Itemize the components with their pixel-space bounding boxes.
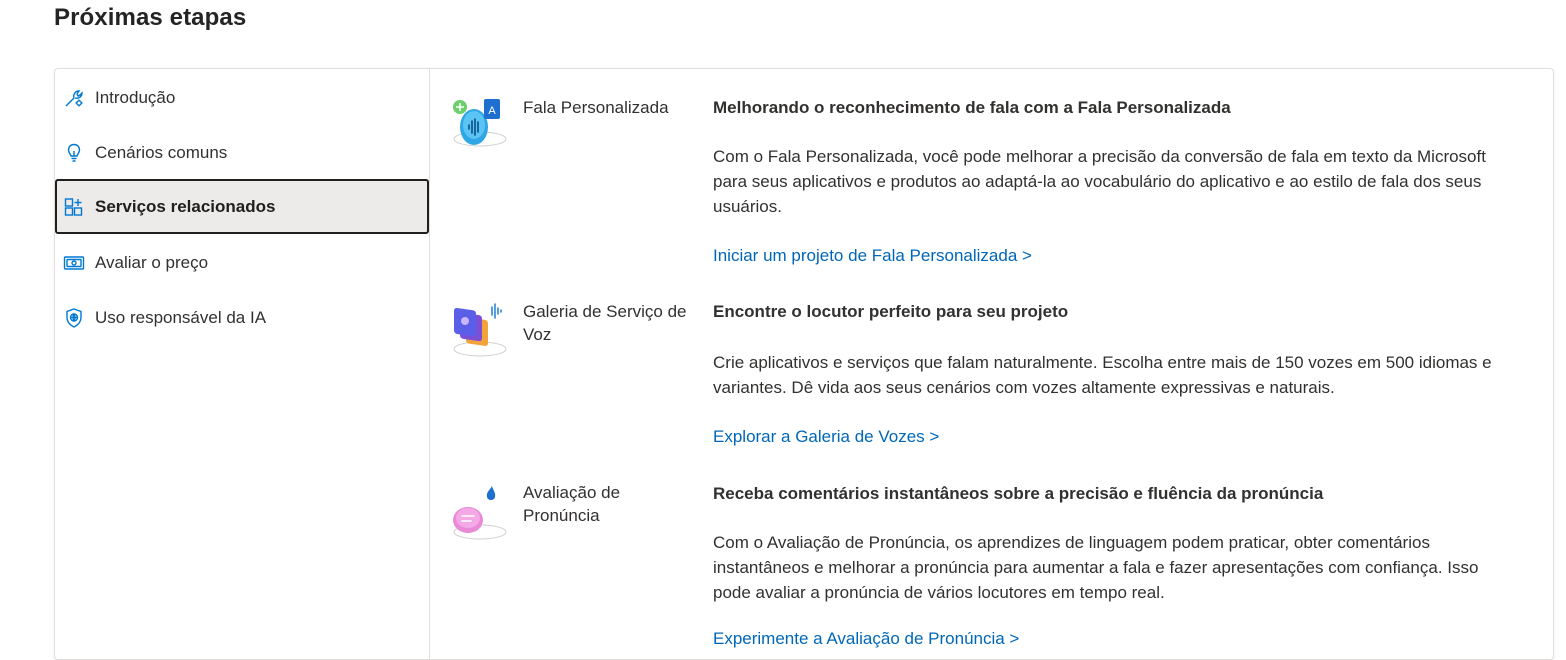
start-custom-speech-link[interactable]: Iniciar um projeto de Fala Personalizada… — [713, 246, 1032, 266]
svg-text:A: A — [488, 105, 496, 117]
service-description: Com o Fala Personalizada, você pode melh… — [713, 147, 1486, 216]
sidebar-item-preco[interactable]: Avaliar o preço — [55, 235, 429, 290]
money-icon — [63, 252, 85, 274]
pronunciation-illustration — [450, 480, 516, 546]
sidebar-item-introducao[interactable]: Introdução — [55, 70, 429, 125]
wrench-gear-icon — [63, 87, 85, 109]
explore-voice-gallery-link[interactable]: Explorar a Galeria de Vozes > — [713, 427, 939, 447]
related-services-card: Introdução Cenários comuns Serviços rela… — [54, 68, 1554, 660]
grid-add-icon — [63, 196, 85, 218]
service-heading: Receba comentários instantâneos sobre a … — [713, 484, 1324, 503]
custom-speech-illustration: A — [450, 91, 516, 157]
sidebar-item-label: Serviços relacionados — [95, 196, 276, 216]
sidebar-item-servicos[interactable]: Serviços relacionados — [55, 179, 429, 234]
services-content: A Fala Personalizada Melhorando o reconh… — [430, 69, 1553, 659]
shield-globe-icon — [63, 307, 85, 329]
sidebar-nav: Introdução Cenários comuns Serviços rela… — [55, 69, 430, 659]
sidebar-item-label: Uso responsável da IA — [95, 307, 267, 327]
try-pronunciation-link[interactable]: Experimente a Avaliação de Pronúncia > — [713, 629, 1019, 649]
sidebar-item-label: Avaliar o preço — [95, 252, 209, 272]
page-title: Próximas etapas — [54, 4, 247, 31]
lightbulb-icon — [63, 142, 85, 164]
service-description: Com o Avaliação de Pronúncia, os aprendi… — [713, 533, 1479, 602]
service-name: Fala Personalizada — [523, 98, 669, 117]
voice-gallery-illustration — [450, 299, 516, 365]
sidebar-item-label: Introdução — [95, 87, 176, 107]
service-description: Crie aplicativos e serviços que falam na… — [713, 353, 1492, 397]
service-heading: Encontre o locutor perfeito para seu pro… — [713, 302, 1069, 321]
sidebar-item-uso-responsavel[interactable]: Uso responsável da IA — [55, 290, 429, 345]
service-name: Galeria de Serviço de Voz — [523, 302, 687, 344]
sidebar-item-cenarios[interactable]: Cenários comuns — [55, 125, 429, 180]
service-name: Avaliação de Pronúncia — [523, 483, 621, 525]
service-heading: Melhorando o reconhecimento de fala com … — [713, 98, 1231, 117]
sidebar-item-label: Cenários comuns — [95, 142, 228, 162]
